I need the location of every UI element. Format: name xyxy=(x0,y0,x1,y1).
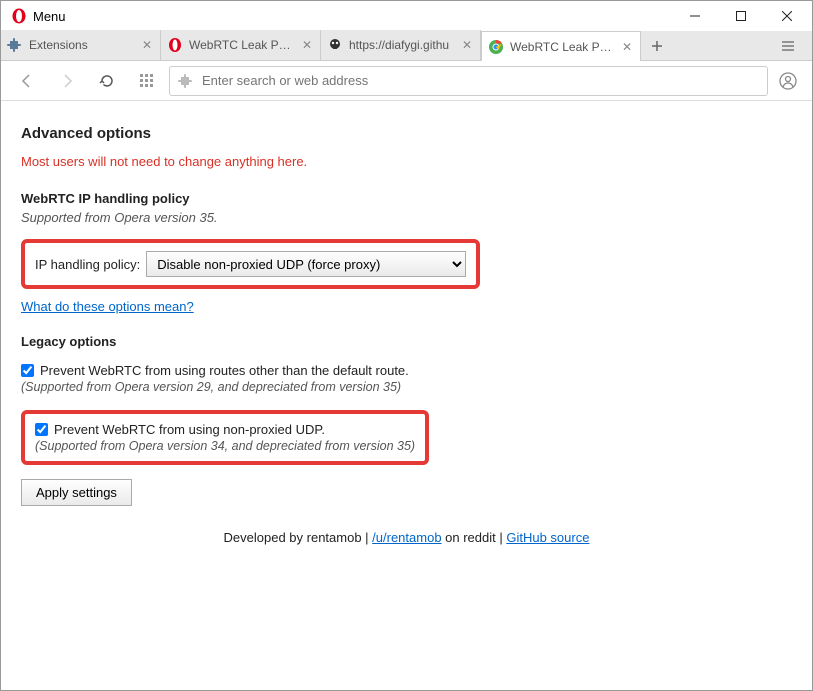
opera-icon xyxy=(11,8,27,24)
legacy-checkbox-1[interactable] xyxy=(21,364,34,377)
section-heading-legacy: Legacy options xyxy=(21,334,792,349)
address-bar[interactable] xyxy=(169,66,768,96)
close-icon[interactable]: ✕ xyxy=(460,38,474,52)
legacy-checkbox-2[interactable] xyxy=(35,423,48,436)
tab-title: WebRTC Leak Preven xyxy=(510,40,614,54)
legacy-option-2[interactable]: Prevent WebRTC from using non-proxied UD… xyxy=(35,422,415,437)
legacy-highlight-box: Prevent WebRTC from using non-proxied UD… xyxy=(21,410,429,465)
skull-icon xyxy=(327,37,343,53)
apply-settings-button[interactable]: Apply settings xyxy=(21,479,132,506)
reddit-link[interactable]: /u/rentamob xyxy=(372,530,441,545)
opera-icon xyxy=(167,37,183,53)
close-icon[interactable]: ✕ xyxy=(140,38,154,52)
reload-button[interactable] xyxy=(89,65,125,97)
page-title: Advanced options xyxy=(21,125,792,142)
close-icon[interactable]: ✕ xyxy=(300,38,314,52)
warning-text: Most users will not need to change anyth… xyxy=(21,154,792,169)
close-icon[interactable]: ✕ xyxy=(620,40,634,54)
puzzle-icon xyxy=(7,37,23,53)
supported-text: Supported from Opera version 35. xyxy=(21,210,792,225)
menu-label[interactable]: Menu xyxy=(33,9,66,24)
speed-dial-button[interactable] xyxy=(129,65,165,97)
chrome-icon xyxy=(488,39,504,55)
policy-highlight-box: IP handling policy: Disable non-proxied … xyxy=(21,239,480,289)
page-content: Advanced options Most users will not nee… xyxy=(1,101,812,569)
forward-button[interactable] xyxy=(49,65,85,97)
maximize-button[interactable] xyxy=(718,2,764,30)
ip-policy-select[interactable]: Disable non-proxied UDP (force proxy) xyxy=(146,251,466,277)
tab-webrtc-active[interactable]: WebRTC Leak Preven ✕ xyxy=(481,31,641,61)
github-link[interactable]: GitHub source xyxy=(506,530,589,545)
minimize-button[interactable] xyxy=(672,2,718,30)
tab-title: Extensions xyxy=(29,38,134,52)
back-button[interactable] xyxy=(9,65,45,97)
policy-label: IP handling policy: xyxy=(35,257,140,272)
legacy-option-1[interactable]: Prevent WebRTC from using routes other t… xyxy=(21,363,792,378)
tab-webrtc-1[interactable]: WebRTC Leak Preven ✕ xyxy=(161,30,321,60)
legacy-depr-2: (Supported from Opera version 34, and de… xyxy=(35,439,415,453)
legacy-label-1: Prevent WebRTC from using routes other t… xyxy=(40,363,409,378)
tab-diafygi[interactable]: https://diafygi.githu ✕ xyxy=(321,30,481,60)
legacy-label-2: Prevent WebRTC from using non-proxied UD… xyxy=(54,422,325,437)
footer-text: Developed by rentamob | /u/rentamob on r… xyxy=(21,530,792,545)
window-title-bar: Menu xyxy=(1,1,812,31)
section-heading-policy: WebRTC IP handling policy xyxy=(21,191,792,206)
navigation-bar xyxy=(1,61,812,101)
close-window-button[interactable] xyxy=(764,2,810,30)
tab-extensions[interactable]: Extensions ✕ xyxy=(1,30,161,60)
tabs-menu-button[interactable] xyxy=(772,32,804,60)
tab-title: WebRTC Leak Preven xyxy=(189,38,294,52)
puzzle-icon xyxy=(178,73,194,89)
new-tab-button[interactable] xyxy=(641,32,673,60)
profile-button[interactable] xyxy=(772,65,804,97)
legacy-depr-1: (Supported from Opera version 29, and de… xyxy=(21,380,792,394)
options-info-link[interactable]: What do these options mean? xyxy=(21,299,194,314)
tab-title: https://diafygi.githu xyxy=(349,38,454,52)
tabs-bar: Extensions ✕ WebRTC Leak Preven ✕ https:… xyxy=(1,31,812,61)
address-input[interactable] xyxy=(202,73,759,88)
